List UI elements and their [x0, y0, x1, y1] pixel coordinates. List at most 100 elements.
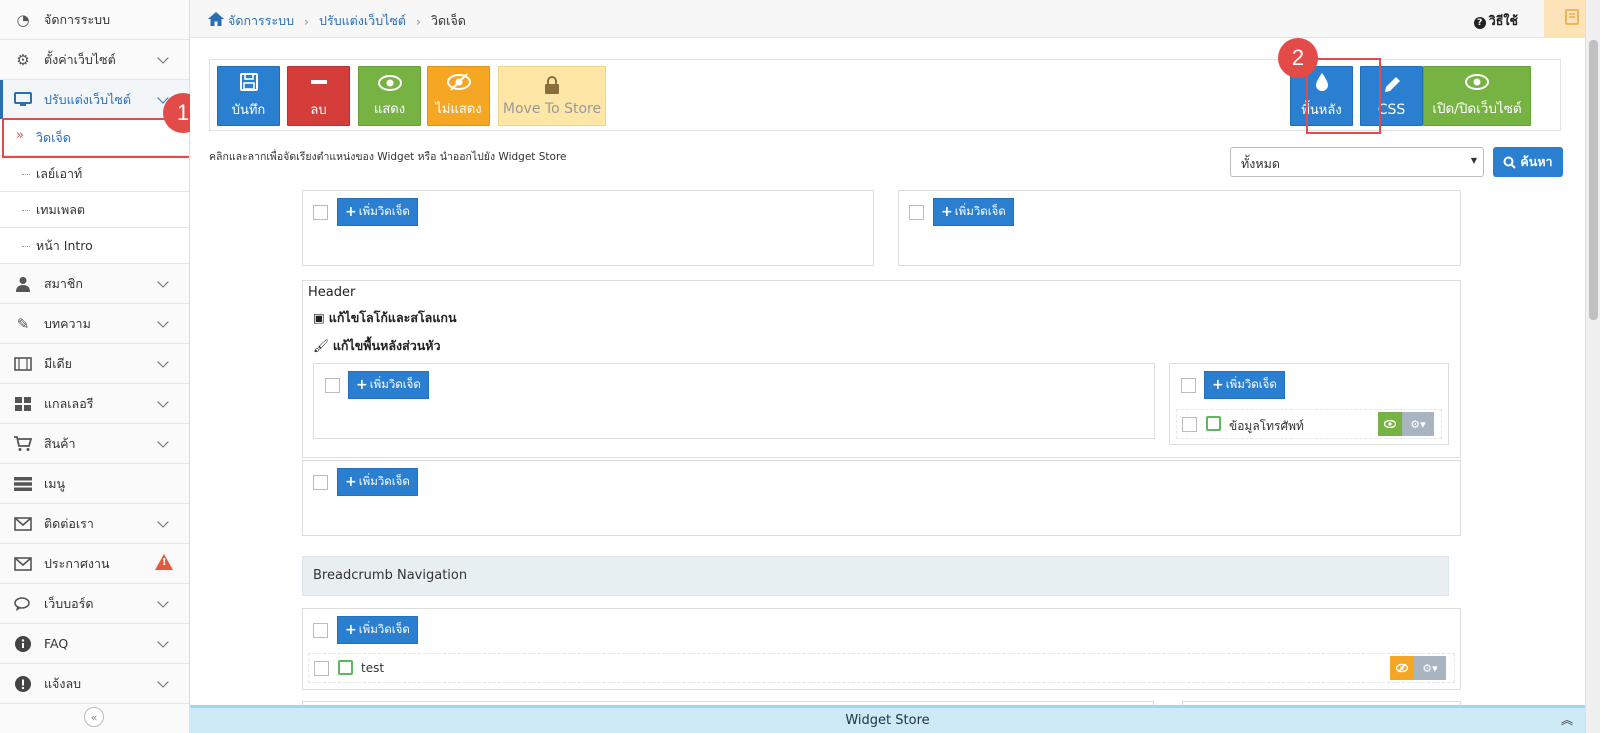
breadcrumb-current: วิดเจ็ด — [431, 13, 466, 28]
sidebar-item-gallery[interactable]: แกลเลอรี — [0, 384, 189, 424]
add-widget-button[interactable]: + เพิ่มวิดเจ็ด — [337, 468, 418, 496]
help-link[interactable]: ? วิธีใช้ — [1473, 11, 1518, 31]
widget-item-phone[interactable]: ข้อมูลโทรศัพท์ ⚙▾ — [1176, 409, 1442, 439]
add-widget-button[interactable]: + เพิ่มวิดเจ็ด — [933, 198, 1014, 226]
widget-item-test[interactable]: test ⚙▾ — [308, 653, 1455, 683]
pencil-icon — [1382, 75, 1402, 98]
envelope-icon — [12, 555, 34, 573]
breadcrumb-home-link[interactable]: จัดการระบบ — [228, 11, 294, 31]
sidebar-subitem-layout[interactable]: เลย์เอาท์ — [0, 156, 189, 192]
search-button[interactable]: ค้นหา — [1493, 147, 1563, 177]
sidebar-item-dashboard[interactable]: ◔ จัดการระบบ — [0, 0, 189, 40]
sidebar-item-menu[interactable]: เมนู — [0, 464, 189, 504]
sidebar-item-report[interactable]: แจ้งลบ — [0, 664, 189, 704]
select-checkbox[interactable] — [313, 623, 328, 638]
delete-button[interactable]: ลบ — [287, 66, 350, 126]
sidebar-item-media[interactable]: มีเดีย — [0, 344, 189, 384]
widget-settings-button[interactable]: ⚙▾ — [1402, 412, 1434, 436]
sidebar-item-label: สมาชิก — [44, 275, 83, 291]
topbar: จัดการระบบ › ปรับแต่งเว็บไซต์ › วิดเจ็ด … — [190, 0, 1600, 38]
user-icon — [12, 275, 34, 293]
collapse-sidebar-button[interactable]: « — [84, 707, 104, 727]
info-icon — [12, 635, 34, 653]
edit-logo-label: แก้ไขโลโก้และสโลแกน — [328, 310, 457, 325]
widget-store-bar[interactable]: Widget Store ︽ — [190, 705, 1585, 733]
hide-label: ไม่แสดง — [435, 102, 482, 117]
chevron-down-icon — [157, 276, 169, 288]
add-widget-button[interactable]: + เพิ่มวิดเจ็ด — [337, 616, 418, 644]
widget-settings-button[interactable]: ⚙▾ — [1414, 656, 1446, 680]
chevron-double-up-icon[interactable]: ︽ — [1561, 708, 1573, 733]
add-widget-button[interactable]: + เพิ่มวิดเจ็ด — [337, 198, 418, 226]
eye-slash-toggle-button[interactable] — [1390, 656, 1414, 680]
monitor-icon — [12, 91, 34, 109]
book-icon — [1565, 9, 1579, 29]
sidebar-item-label: เว็บบอร์ด — [44, 595, 94, 611]
sidebar-item-jobs[interactable]: ประกาศงาน ! — [0, 544, 189, 584]
sidebar-item-faq[interactable]: FAQ — [0, 624, 189, 664]
widget-filter-select[interactable]: ทั้งหมด — [1230, 147, 1484, 177]
plus-icon: + — [356, 377, 368, 393]
add-widget-button[interactable]: + เพิ่มวิดเจ็ด — [348, 371, 429, 399]
sidebar-item-label: สินค้า — [44, 435, 76, 451]
widget-zone-top-right: + เพิ่มวิดเจ็ด — [898, 190, 1461, 266]
sidebar-item-products[interactable]: สินค้า — [0, 424, 189, 464]
add-widget-label: เพิ่มวิดเจ็ด — [954, 204, 1006, 218]
sidebar-item-contact[interactable]: ติดต่อเรา — [0, 504, 189, 544]
sidebar-subitem-label: เทมเพลต — [36, 201, 86, 217]
page-scrollbar[interactable] — [1585, 0, 1600, 733]
cart-icon — [12, 435, 34, 453]
edit-header-bg-link[interactable]: 🖌 แก้ไขพื้นหลังส่วนหัว — [313, 336, 441, 356]
sidebar-item-webboard[interactable]: เว็บบอร์ด — [0, 584, 189, 624]
add-widget-label: เพิ่มวิดเจ็ด — [358, 204, 410, 218]
select-checkbox[interactable] — [1182, 417, 1197, 432]
plus-icon: + — [345, 622, 357, 638]
eye-slash-icon — [446, 73, 471, 94]
show-button[interactable]: แสดง — [358, 66, 421, 126]
search-icon — [1503, 156, 1517, 169]
film-icon — [12, 355, 34, 373]
edit-logo-link[interactable]: ▣ แก้ไขโลโก้และสโลแกน — [313, 308, 457, 328]
plus-icon: + — [345, 474, 357, 490]
sidebar-subitem-intro[interactable]: หน้า Intro — [0, 228, 189, 264]
chevron-down-icon — [157, 316, 169, 328]
sidebar-item-members[interactable]: สมาชิก — [0, 264, 189, 304]
widget-item-label: ข้อมูลโทรศัพท์ — [1229, 419, 1304, 433]
edit-header-bg-label: แก้ไขพื้นหลังส่วนหัว — [332, 338, 441, 353]
header-widget-zone-right: + เพิ่มวิดเจ็ด ข้อมูลโทรศัพท์ ⚙▾ — [1169, 363, 1449, 445]
eye-toggle-button[interactable] — [1378, 412, 1402, 436]
add-widget-button[interactable]: + เพิ่มวิดเจ็ด — [1204, 371, 1285, 399]
home-icon — [208, 12, 224, 30]
save-label: บันทึก — [231, 103, 266, 118]
menu-icon — [12, 475, 34, 493]
move-to-store-button[interactable]: Move To Store — [498, 66, 606, 126]
sidebar-item-label: แกลเลอรี — [44, 395, 94, 411]
toggle-site-button[interactable]: เปิด/ปิดเว็บไซต์ — [1423, 66, 1531, 126]
select-checkbox[interactable] — [313, 205, 328, 220]
sidebar-item-label: FAQ — [44, 636, 69, 651]
cube-icon — [338, 660, 353, 675]
floppy-icon — [239, 72, 259, 95]
sidebar-item-site-settings[interactable]: ⚙ ตั้งค่าเว็บไซต์ — [0, 40, 189, 80]
sidebar-item-label: เมนู — [44, 475, 66, 491]
sidebar-subitem-template[interactable]: เทมเพลต — [0, 192, 189, 228]
show-label: แสดง — [373, 101, 406, 117]
select-checkbox[interactable] — [325, 378, 340, 393]
dashboard-icon: ◔ — [16, 10, 30, 29]
warning-icon: ! — [155, 554, 173, 570]
chevron-down-icon — [157, 516, 169, 528]
scrollbar-thumb[interactable] — [1589, 40, 1598, 320]
sidebar-item-articles[interactable]: ✎ บทความ — [0, 304, 189, 344]
select-checkbox[interactable] — [314, 661, 329, 676]
sidebar-item-label: ตั้งค่าเว็บไซต์ — [44, 51, 116, 67]
breadcrumb-section-link[interactable]: ปรับแต่งเว็บไซต์ — [319, 11, 406, 31]
select-checkbox[interactable] — [909, 205, 924, 220]
save-button[interactable]: บันทึก — [217, 66, 280, 126]
hide-button[interactable]: ไม่แสดง — [427, 66, 490, 126]
eye-slash-icon — [1396, 663, 1408, 673]
css-label: CSS — [1377, 101, 1406, 118]
select-checkbox[interactable] — [313, 475, 328, 490]
select-checkbox[interactable] — [1181, 378, 1196, 393]
sidebar-item-customize[interactable]: ปรับแต่งเว็บไซต์ — [0, 80, 189, 120]
sidebar-subitem-label: เลย์เอาท์ — [36, 165, 83, 181]
